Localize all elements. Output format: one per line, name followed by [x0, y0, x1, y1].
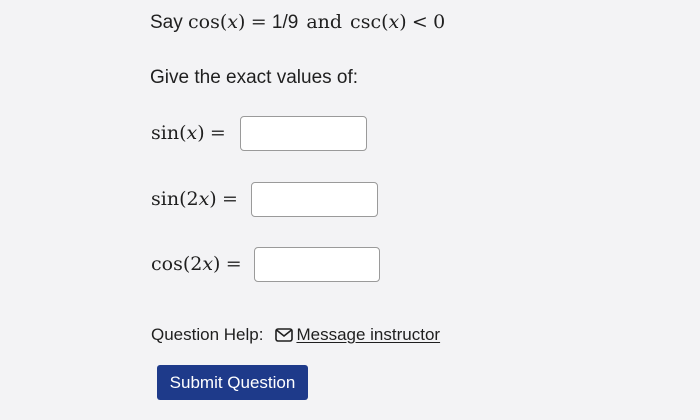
cos-expression: cos(𝑥) — [188, 11, 246, 33]
sin-x-row: sin(𝑥) = — [151, 120, 226, 147]
envelope-icon — [275, 328, 294, 342]
equals-sign: = — [250, 11, 267, 33]
question-help-label: Question Help: — [151, 325, 264, 344]
cos-value: 1/9 — [271, 12, 299, 33]
instruction-text: Give the exact values of: — [150, 67, 359, 88]
cos-2x-row: cos(2𝑥) = — [151, 251, 242, 278]
csc-expression: csc(𝑥) — [350, 11, 407, 33]
sin-x-answer-input[interactable] — [240, 116, 367, 151]
sin-x-equals: = — [209, 122, 226, 144]
message-instructor-text: Message instructor — [296, 325, 441, 344]
sin-2x-row: sin(2𝑥) = — [151, 186, 238, 213]
problem-statement: Say cos(𝑥) = 1/9 and csc(𝑥) < 0 — [150, 9, 445, 36]
sin-2x-label: sin(2𝑥) — [151, 188, 217, 210]
sin-x-label: sin(𝑥) — [151, 122, 205, 144]
and-word: and — [306, 11, 343, 33]
sin-2x-equals: = — [221, 188, 238, 210]
submit-question-button[interactable]: Submit Question — [157, 365, 308, 400]
question-help: Question Help: Message instructor — [151, 323, 440, 347]
csc-bound: 0 — [433, 11, 446, 33]
cos-2x-equals: = — [225, 253, 242, 275]
sin-2x-answer-input[interactable] — [251, 182, 378, 217]
say-text: Say — [150, 12, 183, 33]
cos-2x-label: cos(2𝑥) — [151, 253, 221, 275]
message-instructor-link[interactable]: Message instructor — [275, 323, 440, 347]
cos-2x-answer-input[interactable] — [254, 247, 380, 282]
less-than-sign: < — [411, 11, 428, 33]
